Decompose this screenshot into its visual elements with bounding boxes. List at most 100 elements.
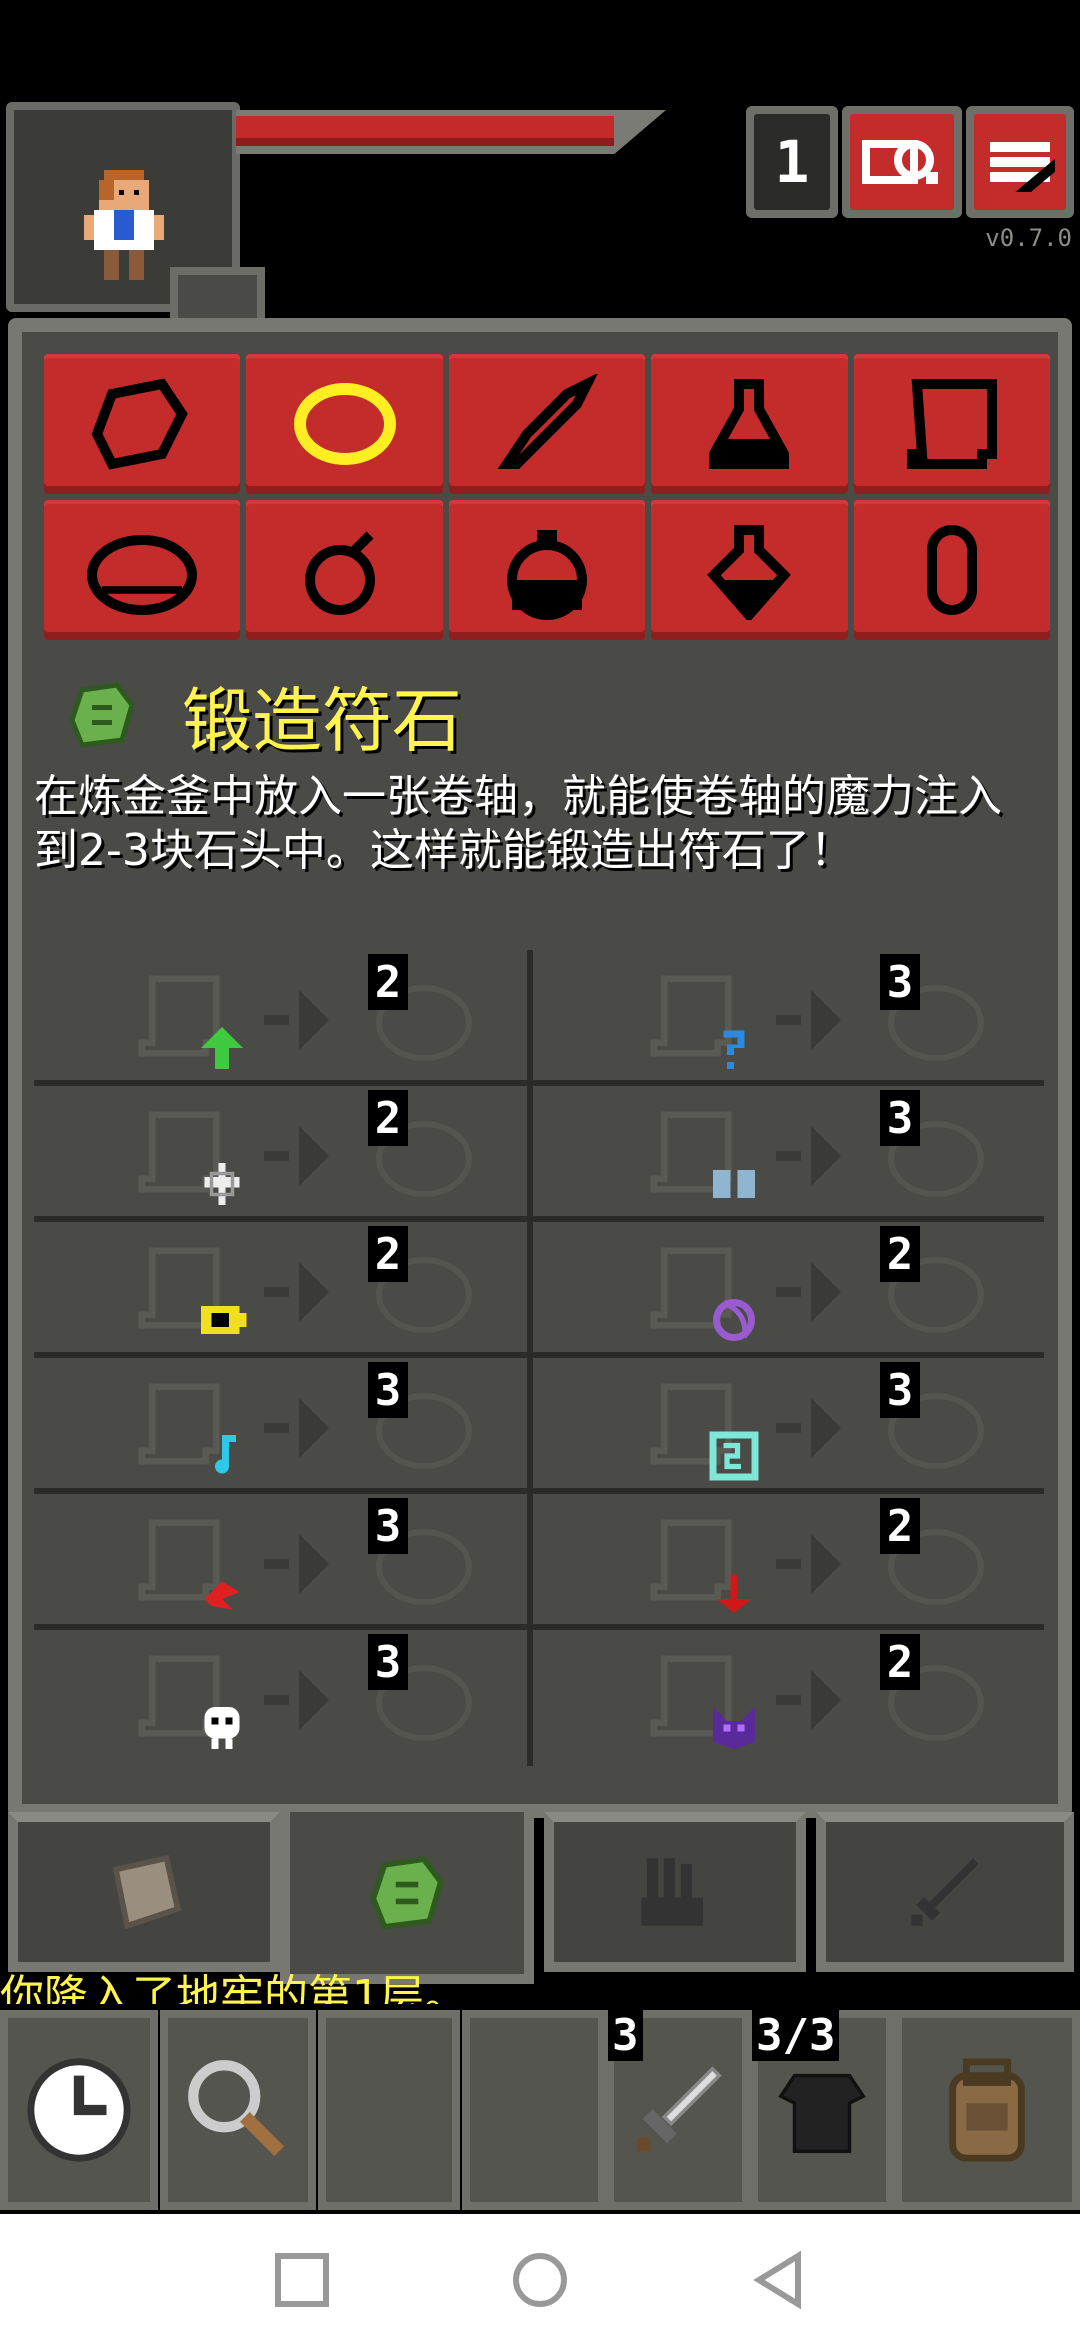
recipe-row: 22 xyxy=(34,1222,1044,1358)
recipe-row: 32 xyxy=(34,1630,1044,1766)
dagger-icon xyxy=(636,2066,722,2152)
hero-sprite xyxy=(84,170,164,280)
upgrade-rune-icon xyxy=(201,1027,243,1069)
lullaby-rune-icon xyxy=(215,1435,236,1474)
menu-button[interactable] xyxy=(966,106,1074,218)
category-food[interactable] xyxy=(44,500,241,640)
guide-title: 锻造符石 xyxy=(182,679,462,762)
stone-count-badge: 2 xyxy=(880,1498,920,1554)
recipe-lullaby[interactable]: 3 xyxy=(34,1358,494,1488)
system-nav-bar xyxy=(0,2214,1080,2340)
stone-count-badge: 3 xyxy=(368,1362,408,1418)
journal-page-icon xyxy=(112,1854,182,1930)
hp-bar-frame xyxy=(236,110,666,154)
recipe-magic-mapping[interactable]: 3 xyxy=(546,1358,1006,1488)
recipe-recharging[interactable]: 2 xyxy=(34,1222,494,1352)
teleport-rune-icon xyxy=(713,1299,755,1341)
terror-rune-icon xyxy=(204,1707,240,1749)
recipe-mirror-image[interactable]: 3 xyxy=(546,1086,1006,1216)
search-button[interactable] xyxy=(160,2010,316,2210)
recipe-row: 32 xyxy=(34,1494,1044,1630)
dagger-count: 3 xyxy=(608,2010,643,2061)
spell-icon xyxy=(926,525,977,615)
status-bar xyxy=(0,0,1080,92)
bomb-icon xyxy=(304,531,375,615)
recents-icon[interactable] xyxy=(272,2250,332,2310)
clock-icon xyxy=(27,2058,131,2162)
arrow-right-icon xyxy=(776,990,841,1050)
remove-curse-rune-icon xyxy=(204,1163,240,1205)
recipe-rage[interactable]: 3 xyxy=(34,1494,494,1624)
tab-bestiary[interactable] xyxy=(544,1812,806,1972)
tab-alchemy-guide[interactable] xyxy=(280,1812,534,1984)
recipe-terror[interactable]: 3 xyxy=(34,1630,494,1760)
wait-button[interactable] xyxy=(0,2010,158,2210)
stone-count-badge: 2 xyxy=(880,1634,920,1690)
home-icon[interactable] xyxy=(510,2250,570,2310)
category-elixirs[interactable] xyxy=(651,500,848,640)
arrow-right-icon xyxy=(264,1398,329,1458)
transmutation-rune-icon xyxy=(713,1707,755,1749)
recipe-row: 23 xyxy=(34,950,1044,1086)
quickslot-1[interactable] xyxy=(318,2010,460,2210)
identify-rune-icon xyxy=(723,1030,745,1069)
stone-count-badge: 3 xyxy=(368,1634,408,1690)
recipe-retribution[interactable]: 2 xyxy=(546,1494,1006,1624)
recharging-rune-icon xyxy=(201,1306,247,1334)
elixir-icon xyxy=(707,525,792,620)
recipe-remove-curse[interactable]: 2 xyxy=(34,1086,494,1216)
stone-count-badge: 2 xyxy=(368,1090,408,1146)
category-bombs[interactable] xyxy=(246,500,443,640)
back-icon[interactable] xyxy=(750,2250,810,2310)
category-spells[interactable] xyxy=(853,500,1050,640)
level-number: 1 xyxy=(774,128,810,196)
recipe-upgrade[interactable]: 2 xyxy=(34,950,494,1080)
arrow-right-icon xyxy=(264,1126,329,1186)
category-scrolls[interactable] xyxy=(853,354,1050,494)
bottom-toolbar: 3 3/3 xyxy=(0,2004,1080,2214)
arrow-right-icon xyxy=(776,1670,841,1730)
rage-rune-icon xyxy=(204,1581,240,1610)
arrow-right-icon xyxy=(776,1262,841,1322)
menu-icon xyxy=(990,142,1055,192)
arrow-right-icon xyxy=(776,1534,841,1594)
stone-count-badge: 3 xyxy=(880,1362,920,1418)
category-rings[interactable] xyxy=(246,354,443,494)
hud: 1 v0.7.0 xyxy=(0,92,1080,332)
armor-charges: 3/3 xyxy=(752,2010,840,2061)
backpack-icon xyxy=(949,2058,1025,2162)
magnifier-icon xyxy=(188,2060,285,2157)
arrow-right-icon xyxy=(264,1262,329,1322)
meat-icon xyxy=(87,535,198,615)
journal-search-icon xyxy=(862,140,938,184)
sword-icon xyxy=(911,1858,979,1926)
wand-icon xyxy=(497,374,598,469)
glove-icon xyxy=(641,1858,704,1926)
magic-mapping-rune-icon xyxy=(709,1431,759,1481)
arrow-right-icon xyxy=(264,1670,329,1730)
guide-description: 在炼金釜中放入一张卷轴，就能使卷轴的魔力注入到2-3块石头中。这样就能锻造出符石… xyxy=(34,771,1002,876)
recipe-identify[interactable]: 3 xyxy=(546,950,1006,1080)
mirror-image-rune-icon xyxy=(713,1170,755,1198)
recipe-teleport[interactable]: 2 xyxy=(546,1222,1006,1352)
tab-weapons[interactable] xyxy=(816,1812,1074,1972)
guide-header: 锻造符石 xyxy=(62,670,462,762)
quickslot-2[interactable] xyxy=(462,2010,606,2210)
stone-count-badge: 3 xyxy=(880,954,920,1010)
arrow-right-icon xyxy=(264,1534,329,1594)
tab-journal[interactable] xyxy=(8,1812,280,1972)
round-flask-icon xyxy=(506,530,587,620)
runestone-icon xyxy=(69,682,135,748)
category-brews[interactable] xyxy=(448,500,646,640)
inventory-button[interactable] xyxy=(894,2010,1080,2210)
alchemy-guide-panel: 锻造符石 在炼金釜中放入一张卷轴，就能使卷轴的魔力注入到2-3块石头中。这样就能… xyxy=(8,318,1072,1818)
category-grid xyxy=(44,354,1050,640)
recipe-transmutation[interactable]: 2 xyxy=(546,1630,1006,1760)
recipe-row: 33 xyxy=(34,1358,1044,1494)
category-potions[interactable] xyxy=(651,354,848,494)
stone-icon xyxy=(91,378,188,470)
cloth-armor-icon xyxy=(778,2073,866,2153)
category-wands[interactable] xyxy=(448,354,646,494)
journal-button[interactable] xyxy=(842,106,962,218)
category-stones[interactable] xyxy=(44,354,241,494)
